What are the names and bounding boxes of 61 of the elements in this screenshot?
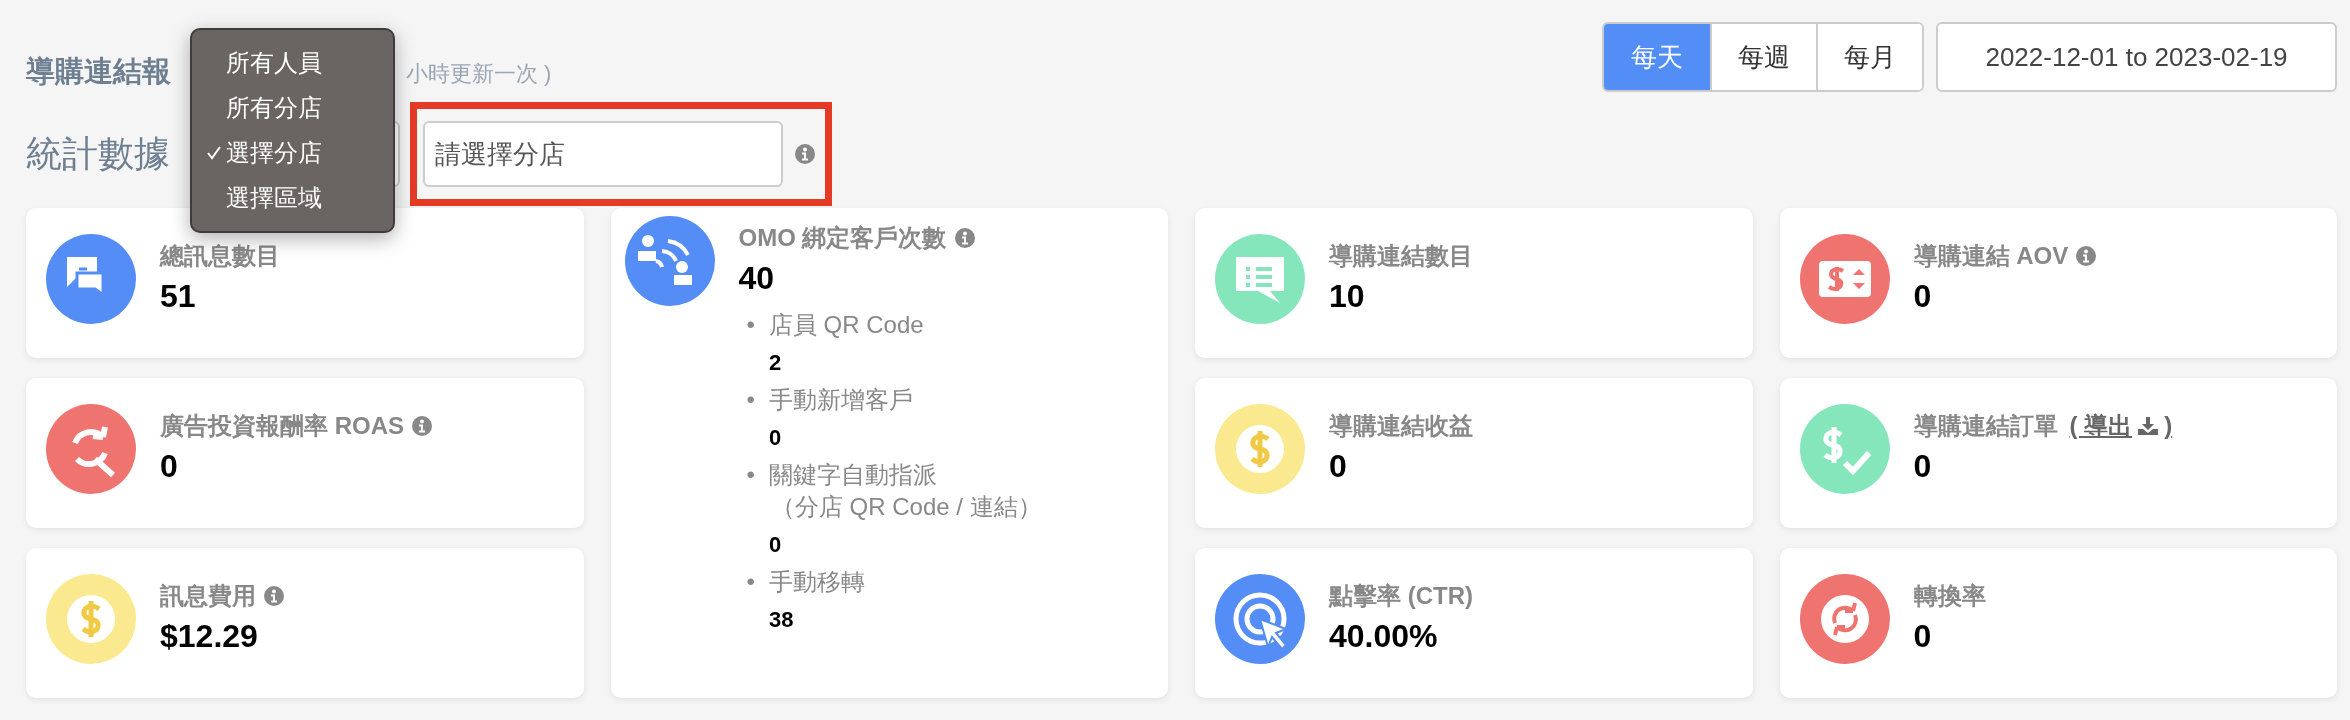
card-icon bbox=[46, 574, 136, 664]
section-title: 統計數據 bbox=[26, 131, 170, 176]
stat-title: 廣告投資報酬率 ROAS bbox=[160, 411, 404, 441]
menu-item[interactable]: 所有人員 bbox=[192, 46, 393, 79]
stat-title: 轉換率 bbox=[1913, 581, 1986, 611]
stat-title: 導購連結收益 bbox=[1329, 411, 1473, 441]
card-icon bbox=[46, 234, 136, 324]
info-icon[interactable] bbox=[264, 586, 284, 606]
card-icon bbox=[46, 404, 136, 494]
menu-item[interactable]: 所有分店 bbox=[192, 91, 393, 124]
stat-value: 40.00% bbox=[1329, 618, 1439, 655]
breakdown-value: 38 bbox=[768, 606, 795, 633]
info-icon[interactable] bbox=[954, 228, 975, 248]
date-range-field[interactable]: 2022-12-01 to 2023-02-19 bbox=[1936, 22, 2337, 92]
stat-title: 導購連結數目 bbox=[1329, 241, 1473, 271]
bullet: • bbox=[746, 460, 755, 491]
breakdown-label: 手動移轉 bbox=[768, 566, 865, 597]
stat-value: 0 bbox=[1913, 448, 1933, 485]
stat-title: 訊息費用 bbox=[160, 581, 256, 611]
stat-value: 0 bbox=[160, 448, 179, 485]
card-icon bbox=[1215, 234, 1305, 324]
breakdown-label: 店員 QR Code bbox=[768, 310, 924, 340]
menu-item[interactable]: 選擇區域 bbox=[192, 182, 393, 215]
card-icon bbox=[1799, 234, 1890, 324]
page-title: 導購連結報 bbox=[26, 54, 172, 89]
stat-title: 總訊息數目 bbox=[160, 241, 280, 271]
card-icon bbox=[1215, 574, 1305, 664]
card-icon bbox=[624, 216, 715, 306]
breakdown-label: 手動新增客戶 bbox=[768, 385, 913, 416]
stat-value: 0 bbox=[1913, 278, 1933, 315]
info-icon[interactable] bbox=[2076, 246, 2097, 266]
breakdown-value: 0 bbox=[768, 425, 783, 452]
breakdown-value: 0 bbox=[768, 531, 783, 558]
stat-title: 點擊率 (CTR) bbox=[1329, 581, 1473, 611]
stat-title: OMO 綁定客戶次數 bbox=[738, 223, 947, 253]
menu-item[interactable]: 選擇分店 bbox=[192, 137, 393, 170]
stat-value: $12.29 bbox=[160, 618, 259, 655]
stat-title: 導購連結訂單 bbox=[1913, 411, 2058, 441]
stat-value: 40 bbox=[738, 260, 776, 297]
breakdown-value: 2 bbox=[768, 350, 783, 377]
card-icon bbox=[1799, 404, 1890, 494]
breakdown-label: 關鍵字自動指派 bbox=[768, 460, 938, 491]
breakdown-label: （分店 QR Code / 連結） bbox=[769, 491, 1042, 522]
bullet: • bbox=[746, 566, 755, 597]
update-note: 小時更新一次 ) bbox=[406, 60, 552, 88]
bullet: • bbox=[746, 385, 755, 416]
branch-field[interactable]: 請選擇分店 bbox=[423, 121, 783, 187]
period-tab[interactable]: 每月 bbox=[1816, 24, 1922, 90]
stat-value: 10 bbox=[1329, 278, 1366, 315]
info-icon[interactable] bbox=[412, 416, 432, 436]
period-tab[interactable]: 每天 bbox=[1604, 24, 1710, 90]
stat-value: 0 bbox=[1913, 618, 1933, 655]
stat-title: 導購連結 AOV bbox=[1913, 241, 2069, 271]
card-icon bbox=[1215, 404, 1305, 494]
download-icon bbox=[2138, 417, 2159, 435]
info-icon[interactable] bbox=[795, 144, 815, 164]
bullet: • bbox=[746, 310, 755, 340]
stat-value: 51 bbox=[160, 278, 197, 315]
card-icon bbox=[1799, 574, 1890, 664]
stat-value: 0 bbox=[1329, 448, 1348, 485]
export-link[interactable]: ( 導出 ) bbox=[2069, 410, 2173, 442]
